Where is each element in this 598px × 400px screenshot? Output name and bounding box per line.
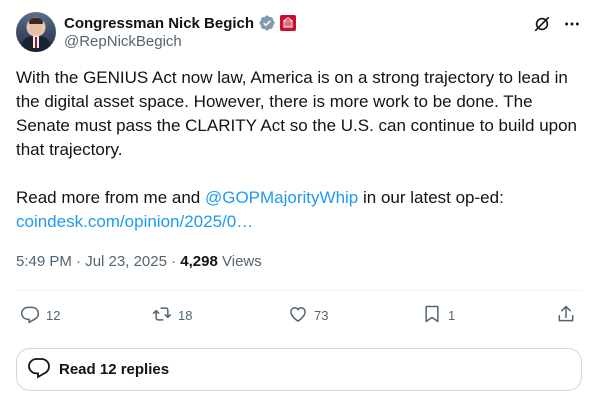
reply-button[interactable]: 12 (20, 300, 60, 330)
op-ed-text: in our latest op-ed: (358, 188, 504, 207)
tweet-paragraph-read-more: Read more from me and @GOPMajorityWhip i… (16, 186, 586, 210)
verified-badge-icon[interactable] (258, 14, 276, 32)
read-replies-button[interactable]: Read 12 replies (16, 348, 582, 391)
read-more-text: Read more from me and (16, 188, 205, 207)
tweet-paragraph-main: With the GENIUS Act now law, America is … (16, 68, 578, 159)
author-display-name[interactable]: Congressman Nick Begich (64, 15, 254, 32)
avatar[interactable] (16, 12, 56, 52)
meta-separator: · (166, 253, 181, 270)
like-count: 73 (314, 307, 329, 323)
tweet-top-actions (532, 14, 582, 34)
views-label: Views (217, 253, 262, 270)
share-icon (556, 304, 576, 327)
author-handle[interactable]: @RepNickBegich (64, 33, 182, 50)
reply-count: 12 (46, 307, 61, 323)
meta-separator: · (71, 253, 86, 270)
share-button[interactable] (556, 300, 576, 330)
repost-button[interactable]: 18 (152, 300, 192, 330)
tweet-text: With the GENIUS Act now law, America is … (16, 66, 586, 234)
tweet-paragraph-link: coindesk.com/opinion/2025/0… (16, 210, 586, 234)
divider (16, 290, 582, 291)
author-name-row: Congressman Nick Begich (64, 13, 297, 33)
tweet-header: Congressman Nick Begich @RepNickBegich (16, 12, 582, 56)
tweet-date[interactable]: Jul 23, 2025 (85, 253, 167, 270)
article-link[interactable]: coindesk.com/opinion/2025/0… (16, 212, 253, 231)
reply-icon (20, 304, 40, 327)
house-seal-icon (280, 15, 297, 31)
bookmark-count: 1 (448, 307, 456, 323)
read-replies-label: Read 12 replies (59, 361, 170, 378)
bookmark-button[interactable]: 1 (422, 300, 455, 330)
more-icon[interactable] (562, 14, 582, 34)
bookmark-icon (422, 304, 442, 327)
like-icon (288, 304, 308, 327)
mention-link[interactable]: @GOPMajorityWhip (205, 188, 358, 207)
reply-icon (27, 355, 51, 384)
tweet-time[interactable]: 5:49 PM (16, 253, 72, 270)
tweet-meta: 5:49 PM · Jul 23, 2025 · 4,298 Views (16, 253, 262, 270)
tweet-actions: 12 18 73 1 (16, 300, 582, 330)
repost-icon (152, 304, 172, 327)
views-count: 4,298 (180, 253, 218, 270)
like-button[interactable]: 73 (288, 300, 328, 330)
grok-icon[interactable] (532, 14, 552, 34)
repost-count: 18 (178, 307, 193, 323)
